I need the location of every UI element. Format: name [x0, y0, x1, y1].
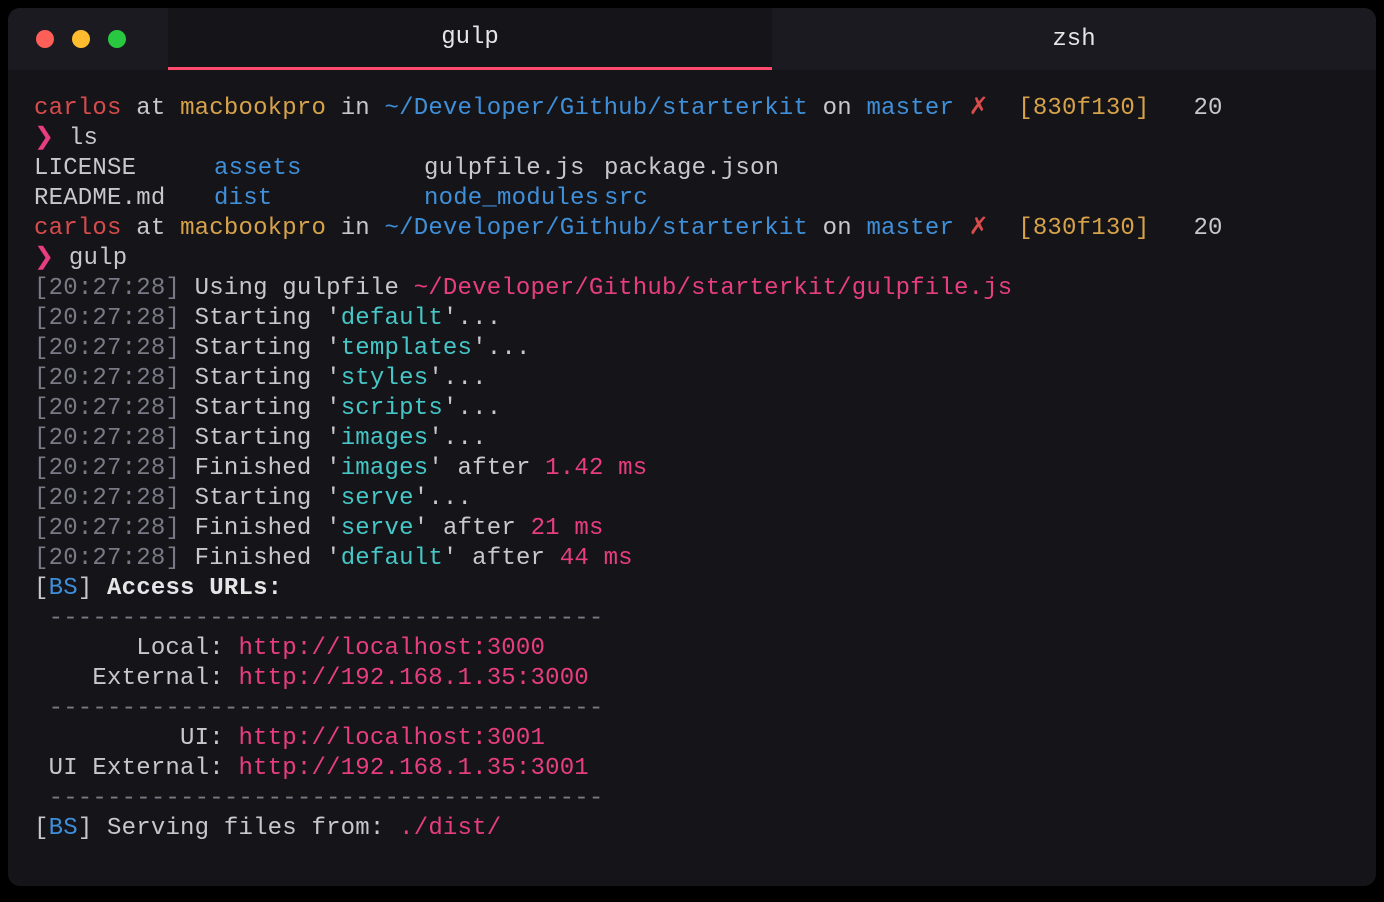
prompt-host: macbookpro	[180, 95, 326, 122]
bs-tag: BS	[49, 575, 78, 602]
prompt-line-2: carlos at macbookpro in ~/Developer/Gith…	[34, 215, 1223, 242]
tab-gulp[interactable]: gulp	[168, 8, 772, 70]
command-ls: ls	[69, 125, 98, 152]
ls-row-2: README.mddistnode_modulessrc	[34, 184, 1350, 214]
bs-serving-line: [BS] Serving files from: ./dist/	[34, 815, 501, 842]
prompt-branch: master	[866, 95, 954, 122]
prompt-symbol: ❯	[34, 125, 54, 152]
tab-bar: gulp zsh	[168, 8, 1376, 70]
gulpfile-path: ~/Developer/Github/starterkit/gulpfile.j…	[414, 275, 1013, 302]
titlebar: gulp zsh	[8, 8, 1376, 70]
tab-zsh[interactable]: zsh	[772, 8, 1376, 70]
separator: --------------------------------------	[34, 605, 604, 632]
prompt-hash: 830f130	[1033, 95, 1135, 122]
terminal-output[interactable]: carlos at macbookpro in ~/Developer/Gith…	[8, 70, 1376, 886]
url-external[interactable]: http://192.168.1.35:3000	[238, 665, 588, 692]
timestamp: [20:27:28]	[34, 275, 180, 302]
url-ui[interactable]: http://localhost:3001	[238, 725, 545, 752]
command-gulp: gulp	[69, 245, 127, 272]
url-local[interactable]: http://localhost:3000	[238, 635, 545, 662]
traffic-lights	[8, 8, 168, 70]
terminal-window: gulp zsh carlos at macbookpro in ~/Devel…	[8, 8, 1376, 886]
serving-path: ./dist/	[399, 815, 501, 842]
minimize-icon[interactable]	[72, 30, 90, 48]
prompt-line-1: carlos at macbookpro in ~/Developer/Gith…	[34, 95, 1223, 122]
close-icon[interactable]	[36, 30, 54, 48]
ls-row-1: LICENSEassetsgulpfile.jspackage.json	[34, 154, 1350, 184]
prompt-user: carlos	[34, 95, 122, 122]
zoom-icon[interactable]	[108, 30, 126, 48]
prompt-right: 20	[1193, 95, 1222, 122]
url-ui-external[interactable]: http://192.168.1.35:3001	[238, 755, 588, 782]
bs-header-line: [BS] Access URLs:	[34, 575, 282, 602]
dirty-icon: ✗	[969, 95, 989, 122]
prompt-path: ~/Developer/Github/starterkit	[385, 95, 808, 122]
